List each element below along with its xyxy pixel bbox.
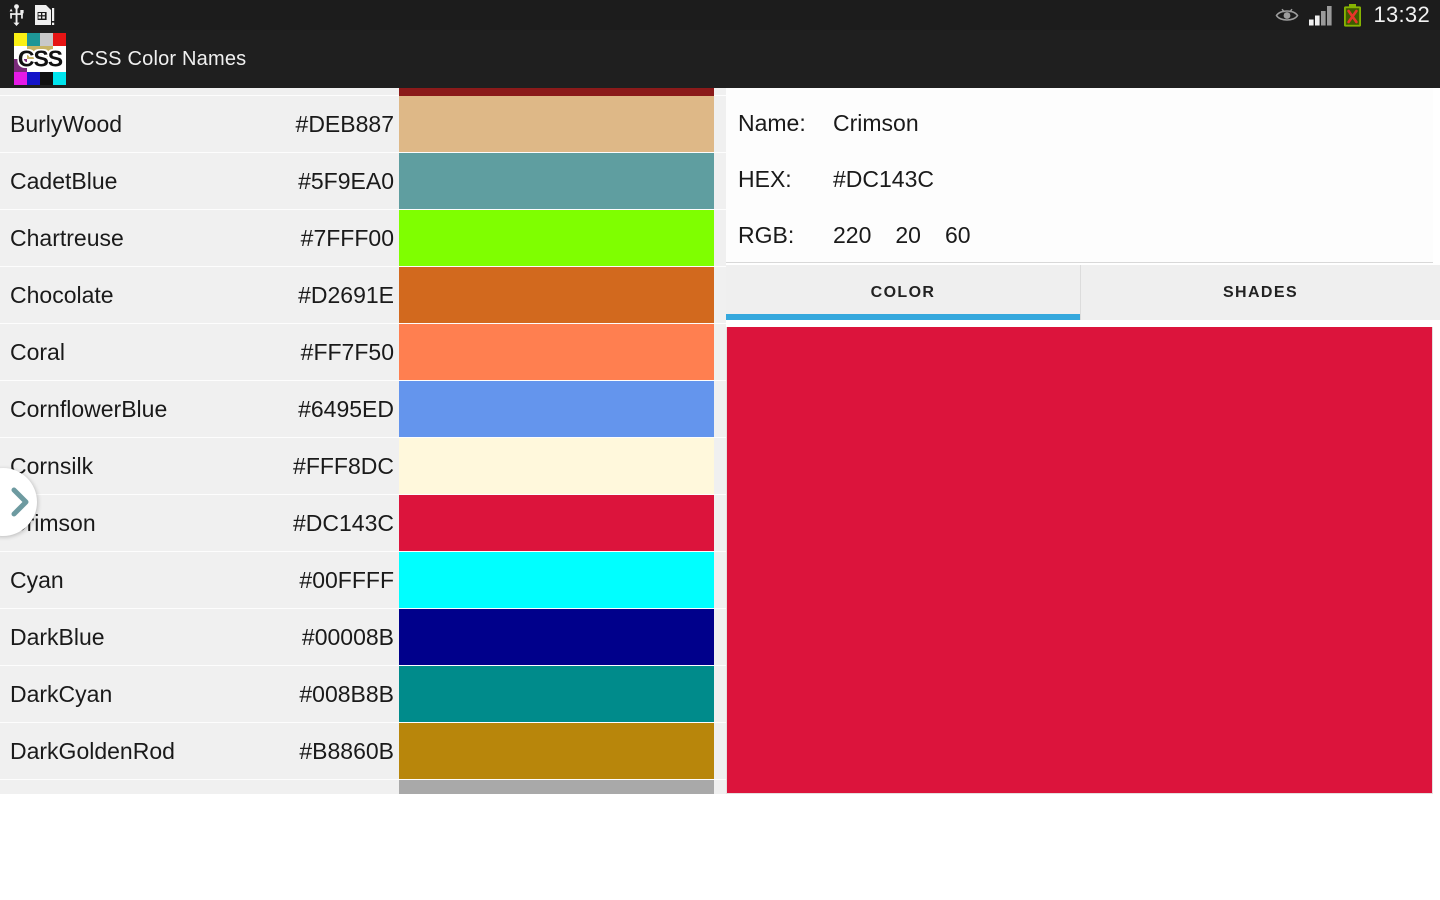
- partial-row-bottom[interactable]: [0, 780, 726, 794]
- color-hex: #FF7F50: [300, 338, 394, 365]
- color-hex: #DC143C: [293, 509, 394, 536]
- table-row[interactable]: DarkCyan #008B8B: [0, 666, 726, 723]
- name-label: Name:: [738, 110, 806, 136]
- color-swatch: [399, 267, 714, 323]
- color-swatch: [399, 438, 714, 494]
- color-name: Chocolate: [10, 281, 114, 308]
- color-name: DarkCyan: [10, 680, 113, 707]
- table-row[interactable]: Cyan #00FFFF: [0, 552, 726, 609]
- table-row[interactable]: Cornsilk #FFF8DC: [0, 438, 726, 495]
- tab-color-indicator: [726, 314, 1080, 320]
- color-swatch: [399, 153, 714, 209]
- app-logo-cell-3: [14, 72, 27, 85]
- color-hex: #B8860B: [299, 737, 394, 764]
- rgb-green-value: 20: [895, 222, 921, 248]
- table-row[interactable]: DarkGoldenRod #B8860B: [0, 723, 726, 780]
- status-bar: 13:32: [0, 0, 1440, 30]
- tab-color-label: COLOR: [870, 283, 936, 301]
- color-swatch: [399, 96, 714, 152]
- color-list-pane[interactable]: BurlyWood #DEB887 CadetBlue #5F9EA0 Chartreu…: [0, 88, 726, 794]
- color-swatch: [399, 495, 714, 551]
- table-row[interactable]: Coral #FF7F50: [0, 324, 726, 381]
- table-row[interactable]: CornflowerBlue #6495ED: [0, 381, 726, 438]
- app-logo-cell-12: [53, 33, 66, 46]
- table-row[interactable]: Chartreuse #7FFF00: [0, 210, 726, 267]
- color-hex: #00008B: [301, 623, 394, 650]
- color-hex: #008B8B: [299, 680, 394, 707]
- color-swatch: [399, 723, 714, 779]
- color-hex: #7FFF00: [300, 224, 394, 251]
- table-row[interactable]: CadetBlue #5F9EA0: [0, 153, 726, 210]
- status-bar-clock: 13:32: [1373, 2, 1430, 27]
- color-hex: #6495ED: [298, 395, 394, 422]
- color-swatch: [399, 324, 714, 380]
- color-name: Coral: [10, 338, 65, 365]
- table-row[interactable]: BurlyWood #DEB887: [0, 96, 726, 153]
- status-bar-right-icons: 13:32: [1275, 2, 1430, 28]
- info-row-name: Name: Crimson: [738, 110, 1433, 166]
- eye-icon: [1276, 8, 1299, 21]
- color-name: Chartreuse: [10, 224, 124, 251]
- color-name: CornflowerBlue: [10, 395, 168, 422]
- app-logo-icon: CSS: [14, 33, 66, 85]
- color-hex: #5F9EA0: [298, 167, 394, 194]
- sim-card-icon: [35, 5, 55, 25]
- table-row[interactable]: Chocolate #D2691E: [0, 267, 726, 324]
- table-row[interactable]: DarkBlue #00008B: [0, 609, 726, 666]
- rgb-label: RGB:: [738, 222, 795, 248]
- color-swatch: [399, 609, 714, 665]
- color-swatch: [399, 666, 714, 722]
- color-name: Cyan: [10, 566, 64, 593]
- app-title: CSS Color Names: [80, 47, 247, 70]
- app-logo-text: CSS: [17, 45, 63, 72]
- color-hex: #DEB887: [295, 110, 394, 137]
- info-row-hex: HEX: #DC143C: [738, 166, 1433, 222]
- chevron-right-icon: [11, 487, 29, 517]
- rgb-values: 220 20 60: [833, 222, 971, 249]
- app-logo-cell-0: [53, 72, 66, 85]
- app-logo-cell-1: [40, 72, 53, 85]
- color-list[interactable]: BurlyWood #DEB887 CadetBlue #5F9EA0 Chartreu…: [0, 88, 726, 794]
- color-swatch: [399, 210, 714, 266]
- detail-tab-bar: COLOR SHADES: [726, 265, 1440, 320]
- rgb-blue-value: 60: [944, 222, 971, 248]
- table-row[interactable]: Crimson #DC143C: [0, 495, 726, 552]
- color-detail-pane: Name: Crimson HEX: #DC143C RGB: 220 20 6…: [726, 88, 1440, 794]
- hex-label: HEX:: [738, 166, 792, 192]
- color-swatch: [399, 552, 714, 608]
- app-logo-cell-13: [40, 33, 53, 46]
- signal-bars-icon: [1309, 5, 1333, 25]
- color-preview-swatch: [726, 327, 1433, 794]
- color-hex: #D2691E: [298, 281, 394, 308]
- app-root: 13:32 CSS CSS Color Names BurlyWood #DEB8…: [0, 0, 1440, 900]
- color-name: BurlyWood: [10, 110, 123, 137]
- color-name: CadetBlue: [10, 167, 118, 194]
- tab-shades[interactable]: SHADES: [1080, 265, 1440, 320]
- color-hex: #FFF8DC: [293, 452, 394, 479]
- action-bar: CSS CSS Color Names: [0, 30, 1440, 88]
- color-name: DarkGoldenRod: [10, 737, 175, 764]
- tab-shades-label: SHADES: [1222, 283, 1299, 301]
- battery-x-icon: [1344, 3, 1362, 27]
- app-logo-cell-15: [14, 33, 27, 46]
- tab-color[interactable]: COLOR: [726, 265, 1080, 320]
- status-bar-left-icons: [8, 4, 55, 26]
- tab-shades-indicator: [1081, 314, 1440, 320]
- app-logo-cell-14: [27, 33, 40, 46]
- color-hex: #00FFFF: [299, 566, 394, 593]
- color-swatch: [399, 381, 714, 437]
- name-value: Crimson: [833, 110, 919, 136]
- usb-icon: [9, 4, 24, 26]
- color-name: DarkBlue: [10, 623, 105, 650]
- app-logo-cell-2: [27, 72, 40, 85]
- rgb-red-value: 220: [833, 222, 872, 248]
- hex-value: #DC143C: [833, 166, 934, 192]
- color-swatch: [399, 88, 714, 96]
- partial-row-top[interactable]: [0, 88, 726, 96]
- color-swatch: [399, 780, 714, 794]
- color-info-card: Name: Crimson HEX: #DC143C RGB: 220 20 6…: [726, 88, 1433, 263]
